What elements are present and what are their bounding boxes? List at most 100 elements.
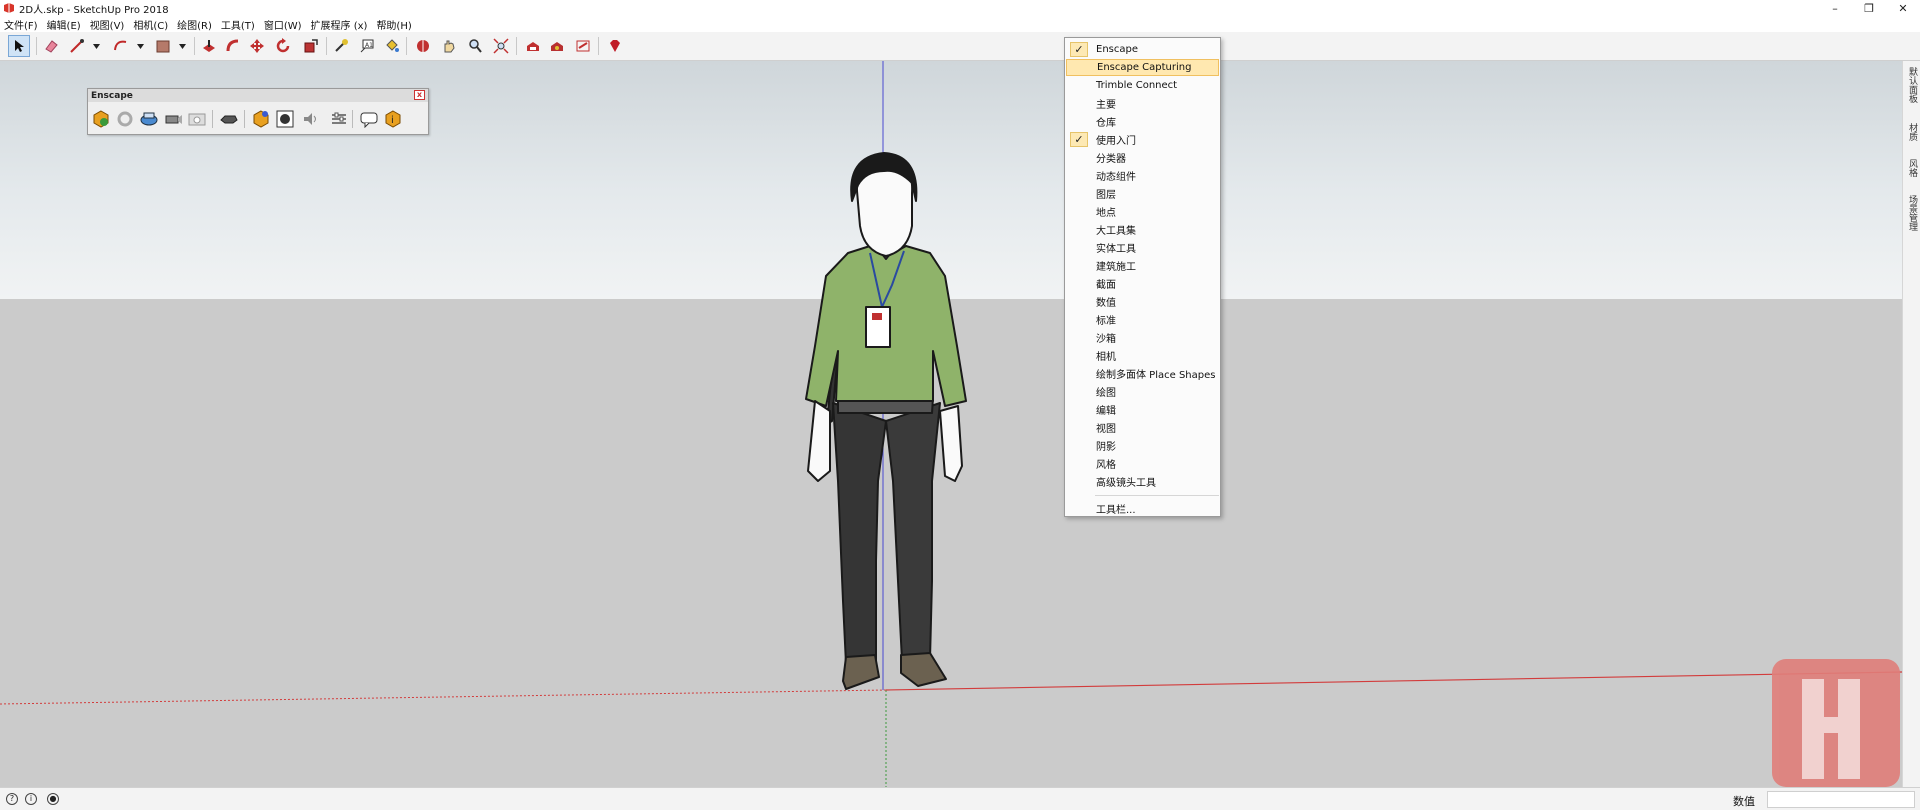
zoom-extents-tool-icon[interactable] — [490, 35, 512, 57]
line-dropdown-icon[interactable] — [92, 41, 100, 51]
line-tool-icon[interactable] — [66, 35, 88, 57]
menu-tools[interactable]: 工具(T) — [221, 17, 255, 32]
select-tool-icon[interactable] — [8, 35, 30, 57]
arc-tool-icon[interactable] — [110, 35, 132, 57]
restore-button[interactable]: ❐ — [1852, 0, 1886, 16]
enscape-settings-icon[interactable] — [328, 108, 350, 130]
pan-tool-icon[interactable] — [438, 35, 460, 57]
menu-item-21[interactable]: 视图 — [1066, 419, 1219, 436]
enscape-sync-icon[interactable] — [114, 108, 136, 130]
tray-tab-default[interactable]: 默认面板 — [1905, 67, 1919, 103]
tray-tab-scenes[interactable]: 场景管理 — [1905, 195, 1919, 231]
enscape-toolbar-header[interactable]: Enscape x — [88, 89, 428, 102]
menu-item-label: Trimble Connect — [1096, 80, 1178, 91]
menu-item-label: 绘制多面体 Place Shapes — [1096, 370, 1216, 381]
help-icon[interactable]: ? — [6, 793, 18, 805]
menu-item-6[interactable]: 分类器 — [1066, 149, 1219, 166]
orbit-tool-icon[interactable] — [412, 35, 434, 57]
menu-item-5[interactable]: ✓ 使用入门 — [1066, 131, 1219, 148]
enscape-about-icon[interactable]: i — [382, 108, 404, 130]
menu-item-2[interactable]: Trimble Connect — [1066, 77, 1219, 94]
enscape-toolbar-close-button[interactable]: x — [414, 90, 425, 100]
menu-item-7[interactable]: 动态组件 — [1066, 167, 1219, 184]
info-icon[interactable]: i — [25, 793, 37, 805]
warehouse-icon[interactable] — [522, 35, 544, 57]
menu-item-10[interactable]: 大工具集 — [1066, 221, 1219, 238]
menu-item-11[interactable]: 实体工具 — [1066, 239, 1219, 256]
ruby-console-icon[interactable] — [604, 35, 626, 57]
menu-item-13[interactable]: 截面 — [1066, 275, 1219, 292]
rotate-tool-icon[interactable] — [272, 35, 294, 57]
menu-extensions[interactable]: 扩展程序 (x) — [311, 17, 368, 32]
window-controls: – ❐ ✕ — [1818, 0, 1920, 16]
scale-tool-icon[interactable] — [300, 35, 322, 57]
follow-me-tool-icon[interactable] — [222, 35, 244, 57]
menu-item-1[interactable]: Enscape Capturing — [1066, 59, 1219, 76]
menu-edit[interactable]: 编辑(E) — [47, 17, 81, 32]
enscape-audio-icon[interactable] — [300, 108, 322, 130]
menu-item-4[interactable]: 仓库 — [1066, 113, 1219, 130]
shape-dropdown-icon[interactable] — [178, 41, 186, 51]
tray-tab-styles[interactable]: 风格 — [1905, 159, 1919, 177]
menu-item-15[interactable]: 标准 — [1066, 311, 1219, 328]
text-tool-icon[interactable]: A1 — [356, 35, 378, 57]
menu-item-20[interactable]: 编辑 — [1066, 401, 1219, 418]
status-bar: ? i ● 数值 — [0, 787, 1920, 810]
drawing-viewport[interactable]: Enscape x i — [0, 61, 1902, 787]
menu-item-18[interactable]: 绘制多面体 Place Shapes — [1066, 365, 1219, 382]
menu-camera[interactable]: 相机(C) — [133, 17, 168, 32]
eraser-tool-icon[interactable] — [40, 35, 62, 57]
paint-bucket-tool-icon[interactable] — [381, 35, 403, 57]
menu-view[interactable]: 视图(V) — [90, 17, 125, 32]
menu-item-label: 高级镜头工具 — [1096, 478, 1156, 489]
enscape-video-editor-icon[interactable] — [274, 108, 296, 130]
menu-item-9[interactable]: 地点 — [1066, 203, 1219, 220]
close-button[interactable]: ✕ — [1886, 0, 1920, 16]
enscape-toolbar[interactable]: Enscape x i — [87, 88, 429, 135]
menu-file[interactable]: 文件(F) — [4, 17, 38, 32]
arc-dropdown-icon[interactable] — [136, 41, 144, 51]
menu-window[interactable]: 窗口(W) — [264, 17, 302, 32]
watermark-logo — [1772, 659, 1900, 787]
checkmark-icon: ✓ — [1070, 132, 1088, 147]
menu-item-22[interactable]: 阴影 — [1066, 437, 1219, 454]
menu-draw[interactable]: 绘图(R) — [177, 17, 212, 32]
zoom-tool-icon[interactable] — [464, 35, 486, 57]
svg-text:A1: A1 — [365, 42, 373, 49]
enscape-start-icon[interactable] — [90, 108, 112, 130]
push-pull-tool-icon[interactable] — [198, 35, 220, 57]
menu-item-toolbars-dialog[interactable]: 工具栏... — [1066, 500, 1219, 517]
menu-item-12[interactable]: 建筑施工 — [1066, 257, 1219, 274]
menu-item-3[interactable]: 主要 — [1066, 95, 1219, 112]
enscape-sync-views-icon[interactable] — [138, 108, 160, 130]
user-icon[interactable]: ● — [47, 793, 59, 805]
window-title: 2D人.skp - SketchUp Pro 2018 — [19, 4, 169, 16]
tray-tab-materials[interactable]: 材质 — [1905, 123, 1919, 141]
menu-item-label: Enscape Capturing — [1097, 62, 1192, 73]
measurements-input[interactable] — [1767, 791, 1915, 808]
move-tool-icon[interactable] — [246, 35, 268, 57]
menu-item-23[interactable]: 风格 — [1066, 455, 1219, 472]
menu-item-19[interactable]: 绘图 — [1066, 383, 1219, 400]
minimize-button[interactable]: – — [1818, 0, 1852, 16]
rectangle-tool-icon[interactable] — [152, 35, 174, 57]
extension-warehouse-icon[interactable] — [546, 35, 568, 57]
send-to-layout-icon[interactable] — [572, 35, 594, 57]
menu-item-0[interactable]: ✓ Enscape — [1066, 41, 1219, 58]
tape-measure-tool-icon[interactable] — [330, 35, 352, 57]
enscape-asset-library-icon[interactable] — [250, 108, 272, 130]
enscape-feedback-icon[interactable] — [358, 108, 380, 130]
menu-item-17[interactable]: 相机 — [1066, 347, 1219, 364]
menu-item-24[interactable]: 高级镜头工具 — [1066, 473, 1219, 490]
menu-item-label: 实体工具 — [1096, 244, 1136, 255]
menu-help[interactable]: 帮助(H) — [376, 17, 411, 32]
menu-item-label: 分类器 — [1096, 154, 1126, 165]
menu-item-label: 大工具集 — [1096, 226, 1136, 237]
menu-item-16[interactable]: 沙箱 — [1066, 329, 1219, 346]
menu-item-14[interactable]: 数值 — [1066, 293, 1219, 310]
menu-item-label: 风格 — [1096, 460, 1116, 471]
enscape-vr-icon[interactable] — [218, 108, 240, 130]
enscape-screenshot-icon[interactable] — [186, 108, 208, 130]
menu-item-8[interactable]: 图层 — [1066, 185, 1219, 202]
enscape-light-view-icon[interactable] — [162, 108, 184, 130]
